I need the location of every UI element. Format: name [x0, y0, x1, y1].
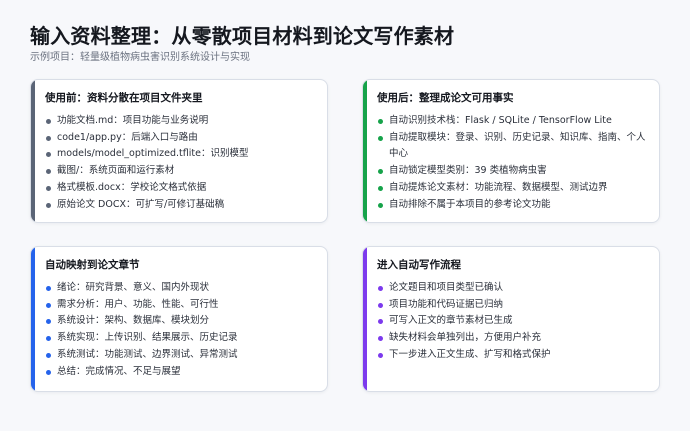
list-item-text: 自动识别技术栈：Flask / SQLite / TensorFlow Lite — [389, 115, 612, 126]
bullet-dot-icon — [46, 369, 51, 375]
list-item: 论文题目和项目类型已确认 — [377, 280, 651, 297]
item-list: 自动识别技术栈：Flask / SQLite / TensorFlow Lite… — [377, 113, 651, 213]
list-item-text: 项目功能和代码证据已归纳 — [389, 298, 504, 310]
page-title: 输入资料整理：从零散项目材料到论文写作素材 — [30, 24, 455, 48]
list-item: 自动锁定模型类别：39 类植物病虫害 — [377, 163, 651, 180]
bullet-dot-icon — [378, 119, 383, 124]
list-item: 自动排除不属于本项目的参考论文功能 — [377, 197, 651, 214]
list-item: 截图/：系统页面和运行素材 — [45, 163, 319, 180]
card-before: 使用前：资料分散在项目文件夹里 功能文档.md：项目功能与业务说明 code1/a… — [30, 79, 328, 223]
list-item-text: code1/app.py：后端入口与路由 — [57, 131, 198, 143]
bullet-dot-icon — [46, 202, 51, 208]
card-auto-writing: 进入自动写作流程 论文题目和项目类型已确认 项目功能和代码证据已归纳 可写入正文的章… — [362, 246, 660, 392]
list-item-text: 自动排除不属于本项目的参考论文功能 — [389, 198, 551, 210]
item-list: 功能文档.md：项目功能与业务说明 code1/app.py：后端入口与路由 mod… — [45, 113, 319, 213]
list-item: 格式模板.docx：学校论文格式依据 — [45, 180, 319, 197]
list-item-text: 自动锁定模型类别：39 类植物病虫害 — [389, 165, 547, 177]
bullet-dot-icon — [378, 185, 383, 191]
item-list: 论文题目和项目类型已确认 项目功能和代码证据已归纳 可写入正文的章节素材已生成缺失材… — [377, 280, 651, 364]
bullet-dot-icon — [46, 336, 51, 342]
bullet-dot-icon — [46, 135, 51, 141]
list-item-text: 绪论：研究背景、意义、国内外现状 — [57, 282, 210, 293]
list-item-text: 自动提取模块：登录、识别、历史记录、知识库、指南、个人中心 — [389, 131, 646, 160]
bullet-dot-icon — [46, 169, 51, 175]
list-item: models/model_optimized.tflite：识别模型 — [45, 146, 319, 163]
list-item-text: 缺失材料会单独列出，方便用户补充 — [389, 332, 542, 344]
card-title: 进入自动写作流程 — [377, 259, 461, 271]
bullet-dot-icon — [378, 169, 383, 175]
list-item-text: 论文题目和项目类型已确认 — [389, 282, 504, 293]
list-item-text: models/model_optimized.tflite：识别模型 — [57, 148, 249, 160]
list-item-text: 原始论文 DOCX：可扩写/可修订基础稿 — [57, 198, 225, 210]
list-item: 可写入正文的章节素材已生成 — [377, 313, 651, 330]
card-accent-bar — [31, 80, 35, 222]
bullet-dot-icon — [46, 119, 51, 124]
list-item-text: 下一步进入正文生成、扩写和格式保护 — [389, 348, 551, 360]
list-item: 自动提炼论文素材：功能流程、数据模型、测试边界 — [377, 180, 651, 197]
list-item-text: 系统设计：架构、数据库、模块划分 — [57, 315, 210, 327]
card-chapter-mapping: 自动映射到论文章节 绪论：研究背景、意义、国内外现状 需求分析：用户、功能、性能、… — [30, 246, 328, 392]
bullet-dot-icon — [46, 352, 51, 358]
bullet-dot-icon — [378, 286, 383, 291]
item-list: 绪论：研究背景、意义、国内外现状 需求分析：用户、功能、性能、可行性 系统设计：架构… — [45, 280, 319, 380]
list-item: 缺失材料会单独列出，方便用户补充 — [377, 330, 651, 347]
list-item-text: 系统测试：功能测试、边界测试、异常测试 — [57, 348, 238, 360]
list-item-text: 格式模板.docx：学校论文格式依据 — [57, 181, 207, 193]
card-after: 使用后：整理成论文可用事实 自动识别技术栈：Flask / SQLite / T… — [362, 79, 660, 223]
list-item: 系统设计：架构、数据库、模块划分 — [45, 313, 319, 330]
card-title: 自动映射到论文章节 — [45, 259, 140, 271]
list-item: 功能文档.md：项目功能与业务说明 — [45, 113, 319, 130]
card-title: 使用后：整理成论文可用事实 — [377, 92, 514, 104]
bullet-dot-icon — [378, 319, 383, 325]
card-accent-bar — [363, 247, 367, 391]
list-item: 下一步进入正文生成、扩写和格式保护 — [377, 347, 651, 364]
list-item: 系统测试：功能测试、边界测试、异常测试 — [45, 347, 319, 364]
list-item: code1/app.py：后端入口与路由 — [45, 130, 319, 147]
list-item-text: 总结：完成情况、不足与展望 — [57, 365, 181, 377]
bullet-dot-icon — [378, 202, 383, 208]
bullet-dot-icon — [378, 336, 383, 342]
list-item-text: 自动提炼论文素材：功能流程、数据模型、测试边界 — [389, 181, 608, 193]
list-item: 总结：完成情况、不足与展望 — [45, 364, 319, 381]
list-item-text: 需求分析：用户、功能、性能、可行性 — [57, 298, 219, 310]
card-accent-bar — [31, 247, 35, 391]
list-item-text: 可写入正文的章节素材已生成 — [389, 315, 513, 327]
list-item: 自动提取模块：登录、识别、历史记录、知识库、指南、个人中心 — [377, 130, 651, 163]
bullet-dot-icon — [46, 319, 51, 325]
page-subtitle: 示例项目：轻量级植物病虫害识别系统设计与实现 — [30, 52, 250, 63]
bullet-dot-icon — [378, 352, 383, 358]
list-item: 需求分析：用户、功能、性能、可行性 — [45, 297, 319, 314]
list-item: 自动识别技术栈：Flask / SQLite / TensorFlow Lite — [377, 113, 651, 130]
list-item-text: 截图/：系统页面和运行素材 — [57, 165, 175, 177]
bullet-dot-icon — [46, 286, 51, 291]
list-item: 绪论：研究背景、意义、国内外现状 — [45, 280, 319, 297]
card-title: 使用前：资料分散在项目文件夹里 — [45, 92, 203, 104]
bullet-dot-icon — [46, 152, 51, 158]
bullet-dot-icon — [378, 302, 383, 308]
bullet-dot-icon — [46, 185, 51, 191]
list-item: 系统实现：上传识别、结果展示、历史记录 — [45, 330, 319, 347]
list-item-text: 功能文档.md：项目功能与业务说明 — [57, 115, 209, 126]
list-item: 项目功能和代码证据已归纳 — [377, 297, 651, 314]
list-item-text: 系统实现：上传识别、结果展示、历史记录 — [57, 332, 238, 344]
bullet-dot-icon — [46, 302, 51, 308]
bullet-dot-icon — [378, 135, 383, 141]
list-item: 原始论文 DOCX：可扩写/可修订基础稿 — [45, 197, 319, 214]
card-accent-bar — [363, 80, 367, 222]
